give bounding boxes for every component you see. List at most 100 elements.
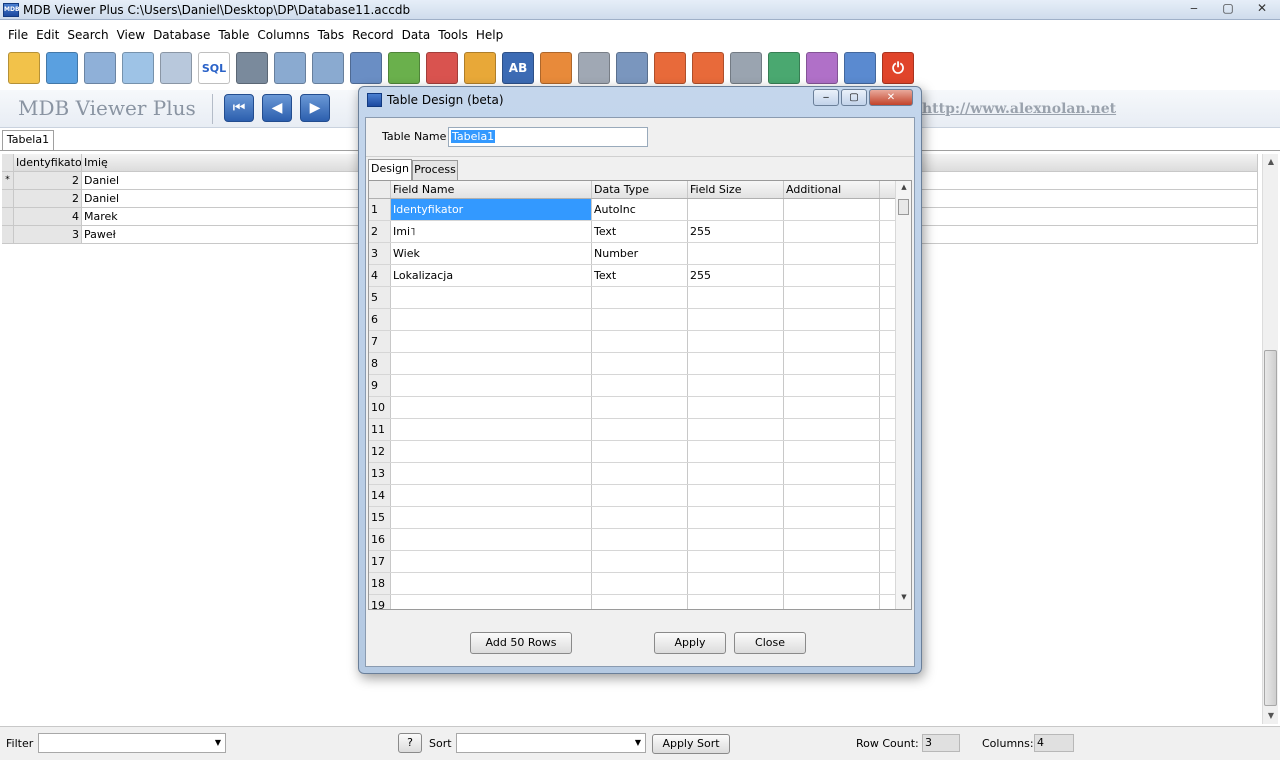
column-header-field-name[interactable]: Field Name [391, 181, 592, 198]
scroll-down-arrow[interactable]: ▼ [896, 593, 911, 607]
cell-data-type[interactable] [592, 529, 688, 550]
import-icon[interactable] [806, 52, 838, 84]
website-link[interactable]: http://www.alexnolan.net [922, 101, 1116, 117]
cell-field-name[interactable]: Wiek [391, 243, 592, 264]
delete-rows-icon[interactable] [692, 52, 724, 84]
apply-sort-button[interactable]: Apply Sort [652, 734, 730, 754]
delete-table-icon[interactable] [426, 52, 458, 84]
design-row[interactable]: 18 [369, 573, 911, 595]
settings-icon[interactable] [578, 52, 610, 84]
cell-identyfikator[interactable]: 3 [14, 226, 82, 243]
search-table-icon[interactable] [160, 52, 192, 84]
search-icon[interactable] [122, 52, 154, 84]
cell-additional[interactable] [784, 507, 880, 528]
cell-data-type[interactable]: Number [592, 243, 688, 264]
table-info-icon[interactable] [350, 52, 382, 84]
dialog-minimize-button[interactable]: ‒ [813, 89, 839, 106]
columns-resize-icon[interactable] [616, 52, 648, 84]
cell-data-type[interactable]: Text [592, 221, 688, 242]
cell-field-size[interactable] [688, 529, 784, 550]
cell-additional[interactable] [784, 243, 880, 264]
cell-identyfikator[interactable]: 4 [14, 208, 82, 225]
design-row[interactable]: 10 [369, 397, 911, 419]
cell-field-size[interactable] [688, 353, 784, 374]
cell-field-name[interactable] [391, 573, 592, 594]
cell-data-type[interactable] [592, 287, 688, 308]
cell-identyfikator[interactable]: 2 [14, 190, 82, 207]
menu-help[interactable]: Help [472, 28, 507, 42]
cell-field-size[interactable] [688, 441, 784, 462]
cell-data-type[interactable] [592, 309, 688, 330]
design-row[interactable]: 1 Identyfikator AutoInc [369, 199, 911, 221]
cell-data-type[interactable] [592, 507, 688, 528]
design-row[interactable]: 13 [369, 463, 911, 485]
cell-additional[interactable] [784, 485, 880, 506]
cell-field-name[interactable] [391, 507, 592, 528]
help-button[interactable]: ? [398, 733, 422, 753]
cell-additional[interactable] [784, 419, 880, 440]
menu-record[interactable]: Record [348, 28, 397, 42]
minimize-button[interactable]: ‒ [1180, 0, 1208, 18]
dialog-maximize-button[interactable]: ▢ [841, 89, 867, 106]
cell-field-size[interactable] [688, 287, 784, 308]
add-rows-icon[interactable] [654, 52, 686, 84]
tables-icon[interactable] [274, 52, 306, 84]
tab-design[interactable]: Design [368, 159, 412, 180]
design-row[interactable]: 3 Wiek Number [369, 243, 911, 265]
menu-tabs[interactable]: Tabs [314, 28, 349, 42]
table-tree-icon[interactable] [312, 52, 344, 84]
cell-additional[interactable] [784, 441, 880, 462]
main-vertical-scrollbar[interactable]: ▲ ▼ [1262, 154, 1278, 724]
add-table-icon[interactable] [388, 52, 420, 84]
close-button[interactable]: Close [734, 632, 806, 654]
add-database-icon[interactable] [236, 52, 268, 84]
menu-view[interactable]: View [113, 28, 149, 42]
sort-ab-icon[interactable]: AB [502, 52, 534, 84]
row-indicator[interactable]: * [2, 172, 14, 189]
cell-data-type[interactable]: Text [592, 265, 688, 286]
cell-data-type[interactable] [592, 397, 688, 418]
cell-additional[interactable] [784, 221, 880, 242]
copy-database-icon[interactable] [768, 52, 800, 84]
tab-tabela1[interactable]: Tabela1 [2, 130, 54, 150]
cell-field-size[interactable] [688, 243, 784, 264]
sort-combo[interactable]: ▼ [456, 733, 646, 753]
cell-data-type[interactable] [592, 551, 688, 572]
cell-field-size[interactable]: 255 [688, 265, 784, 286]
cell-field-name[interactable] [391, 463, 592, 484]
cell-data-type[interactable] [592, 441, 688, 462]
scroll-thumb[interactable] [898, 199, 909, 215]
design-row[interactable]: 14 [369, 485, 911, 507]
scroll-thumb[interactable] [1264, 350, 1277, 706]
design-row[interactable]: 4 Lokalizacja Text 255 [369, 265, 911, 287]
cell-additional[interactable] [784, 397, 880, 418]
next-record-button[interactable]: ▶ [300, 94, 330, 122]
form-icon[interactable] [84, 52, 116, 84]
cell-additional[interactable] [784, 551, 880, 572]
cell-field-size[interactable] [688, 573, 784, 594]
cell-field-size[interactable] [688, 419, 784, 440]
cell-field-size[interactable] [688, 485, 784, 506]
cell-additional[interactable] [784, 199, 880, 220]
cell-additional[interactable] [784, 309, 880, 330]
menu-columns[interactable]: Columns [253, 28, 313, 42]
scroll-down-arrow[interactable]: ▼ [1263, 708, 1279, 724]
cell-field-size[interactable] [688, 199, 784, 220]
column-header-field-size[interactable]: Field Size [688, 181, 784, 198]
column-header-data-type[interactable]: Data Type [592, 181, 688, 198]
cell-additional[interactable] [784, 573, 880, 594]
menu-table[interactable]: Table [214, 28, 253, 42]
export-icon[interactable] [844, 52, 876, 84]
cell-field-size[interactable] [688, 331, 784, 352]
cell-field-name[interactable] [391, 485, 592, 506]
cell-field-name[interactable] [391, 397, 592, 418]
cell-additional[interactable] [784, 287, 880, 308]
cell-field-size[interactable] [688, 375, 784, 396]
design-row[interactable]: 5 [369, 287, 911, 309]
cell-field-name[interactable] [391, 441, 592, 462]
design-grid-scrollbar[interactable]: ▲ ▼ [895, 181, 911, 609]
cell-field-name[interactable] [391, 595, 592, 609]
cell-additional[interactable] [784, 463, 880, 484]
cell-field-size[interactable]: 255 [688, 221, 784, 242]
cell-additional[interactable] [784, 331, 880, 352]
